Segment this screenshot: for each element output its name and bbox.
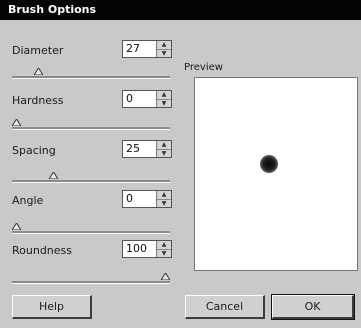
spin-up-icon[interactable]: ▲ — [157, 191, 171, 199]
spin-down-icon[interactable]: ▼ — [157, 198, 171, 207]
brush-stroke-preview — [260, 155, 278, 173]
hardness-label: Hardness — [12, 94, 64, 107]
spin-up-icon[interactable]: ▲ — [157, 241, 171, 249]
spin-up-icon[interactable]: ▲ — [157, 141, 171, 149]
hardness-value[interactable]: 0 — [123, 91, 156, 107]
cancel-button[interactable]: Cancel — [185, 295, 265, 319]
spin-down-icon[interactable]: ▼ — [157, 98, 171, 107]
help-button[interactable]: Help — [12, 295, 92, 319]
spacing-slider-track[interactable] — [12, 180, 170, 183]
preview-label: Preview — [184, 62, 223, 73]
hardness-field[interactable]: 0 ▲ ▼ — [122, 90, 172, 108]
spacing-value[interactable]: 25 — [123, 141, 156, 157]
roundness-field[interactable]: 100 ▲ ▼ — [122, 240, 172, 258]
spacing-label: Spacing — [12, 144, 56, 157]
spacing-slider-thumb-icon[interactable] — [49, 172, 59, 179]
hardness-slider-track[interactable] — [12, 127, 170, 130]
spin-up-icon[interactable]: ▲ — [157, 41, 171, 49]
roundness-value[interactable]: 100 — [123, 241, 156, 257]
angle-slider-track[interactable] — [12, 231, 170, 234]
spacing-field[interactable]: 25 ▲ ▼ — [122, 140, 172, 158]
brush-preview — [194, 77, 358, 271]
roundness-label: Roundness — [12, 244, 73, 257]
ok-button[interactable]: OK — [271, 294, 355, 320]
angle-value[interactable]: 0 — [123, 191, 156, 207]
angle-label: Angle — [12, 194, 44, 207]
roundness-slider-track[interactable] — [12, 281, 170, 284]
angle-slider-thumb-icon[interactable] — [12, 223, 21, 230]
dialog-title: Brush Options — [8, 3, 97, 16]
roundness-slider-thumb-icon[interactable] — [161, 273, 170, 280]
diameter-label: Diameter — [12, 44, 64, 57]
hardness-slider-thumb-icon[interactable] — [12, 119, 21, 126]
dialog-title-bar: Brush Options — [0, 0, 361, 20]
spin-down-icon[interactable]: ▼ — [157, 48, 171, 57]
diameter-slider-thumb-icon[interactable] — [34, 68, 44, 75]
spin-down-icon[interactable]: ▼ — [157, 248, 171, 257]
spin-down-icon[interactable]: ▼ — [157, 148, 171, 157]
diameter-value[interactable]: 27 — [123, 41, 156, 57]
diameter-field[interactable]: 27 ▲ ▼ — [122, 40, 172, 58]
diameter-slider-track[interactable] — [12, 76, 170, 79]
angle-field[interactable]: 0 ▲ ▼ — [122, 190, 172, 208]
spin-up-icon[interactable]: ▲ — [157, 91, 171, 99]
